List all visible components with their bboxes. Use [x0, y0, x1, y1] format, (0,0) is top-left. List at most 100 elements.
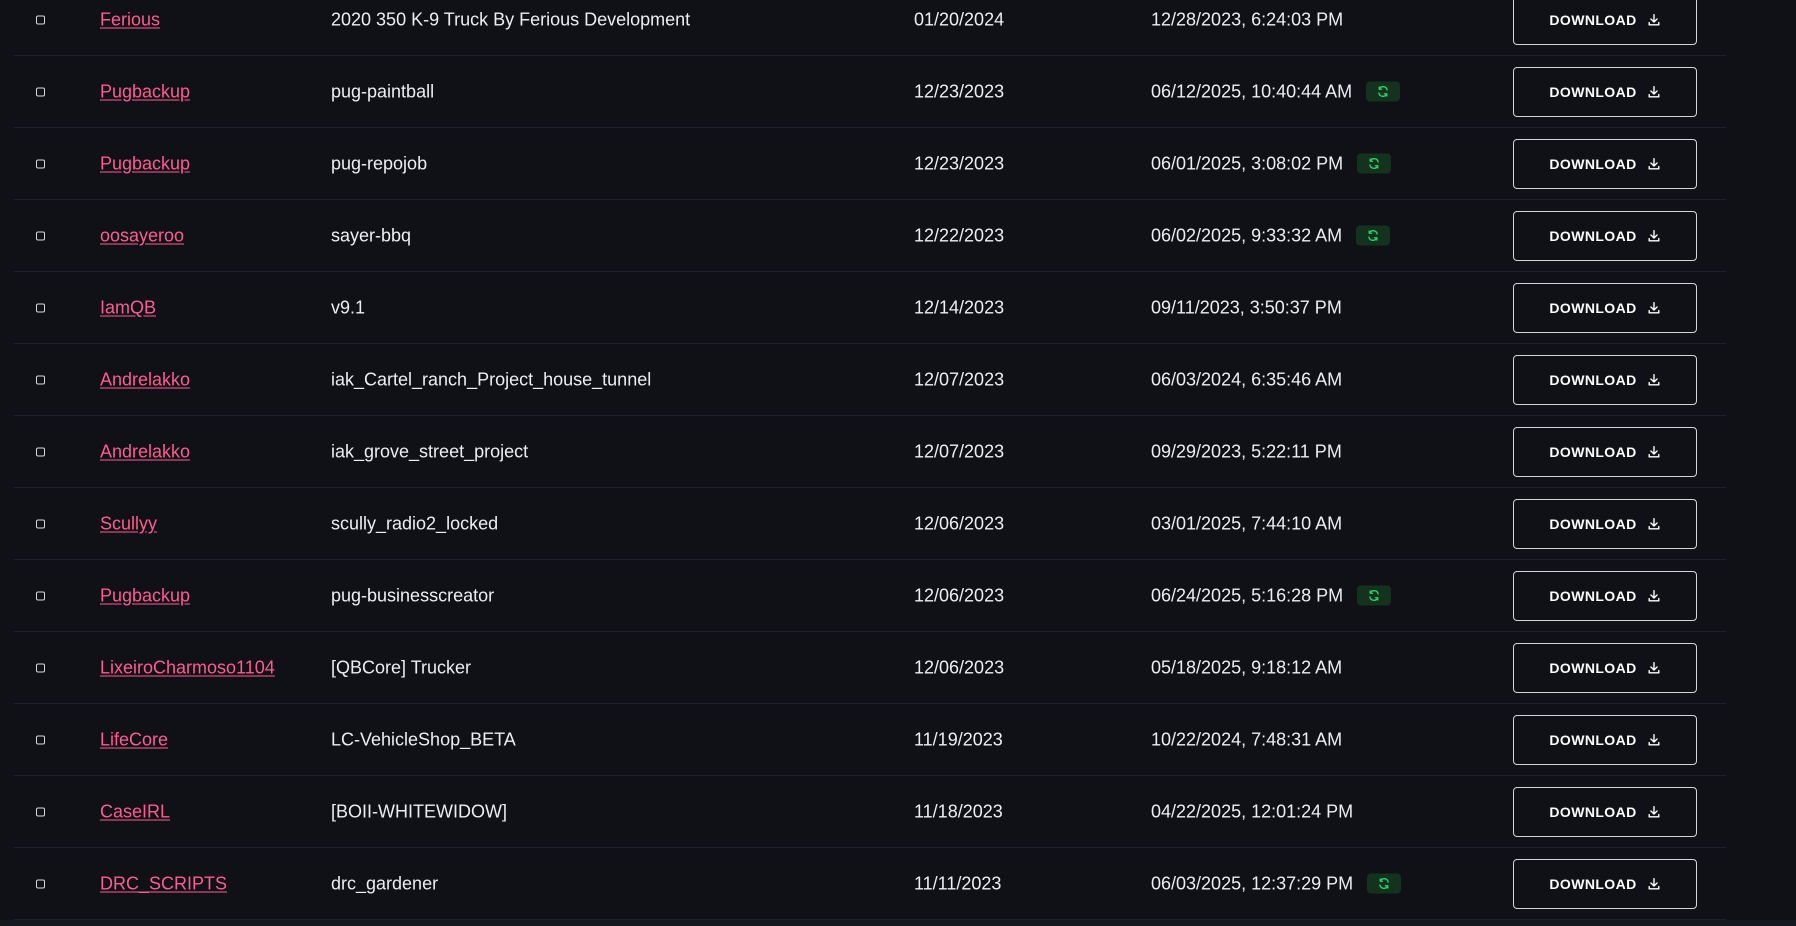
- download-label: DOWNLOAD: [1549, 443, 1637, 460]
- table-row: Andrelakko iak_Cartel_ranch_Project_house…: [14, 344, 1726, 416]
- refresh-icon: [1368, 590, 1380, 602]
- script-name: iak_grove_street_project: [331, 441, 529, 461]
- row-checkbox[interactable]: [36, 663, 45, 672]
- release-date: 12/22/2023: [914, 225, 1005, 245]
- download-label: DOWNLOAD: [1549, 875, 1637, 892]
- author-link[interactable]: Pugbackup: [100, 153, 190, 174]
- release-date: 12/23/2023: [914, 153, 1005, 173]
- row-checkbox[interactable]: [36, 15, 45, 24]
- release-date: 12/06/2023: [914, 657, 1005, 677]
- last-updated-text: 06/03/2024, 6:35:46 AM: [1151, 369, 1343, 389]
- row-checkbox[interactable]: [36, 87, 45, 96]
- row-checkbox[interactable]: [36, 159, 45, 168]
- last-updated: 12/28/2023, 6:24:03 PM: [1151, 9, 1343, 30]
- table-row: Pugbackup pug-repojob 12/23/2023 06/01/2025…: [14, 128, 1726, 200]
- script-name: pug-repojob: [331, 153, 428, 173]
- sync-badge[interactable]: [1367, 873, 1402, 894]
- release-date: 12/14/2023: [914, 297, 1005, 317]
- script-name: pug-paintball: [331, 81, 435, 101]
- download-button[interactable]: DOWNLOAD: [1513, 642, 1697, 693]
- download-button[interactable]: DOWNLOAD: [1513, 210, 1697, 261]
- script-name: [QBCore] Trucker: [331, 657, 472, 677]
- author-link[interactable]: Scullyy: [100, 513, 157, 534]
- table-row: LifeCore LC-VehicleShop_BETA 11/19/2023 10/…: [14, 704, 1726, 776]
- last-updated-text: 12/28/2023, 6:24:03 PM: [1151, 9, 1344, 29]
- last-updated: 04/22/2025, 12:01:24 PM: [1151, 801, 1353, 822]
- release-date: 11/11/2023: [914, 873, 1002, 893]
- author-link[interactable]: Andrelakko: [100, 369, 190, 390]
- sync-badge[interactable]: [1357, 153, 1392, 174]
- row-checkbox[interactable]: [36, 231, 45, 240]
- table-row: Scullyy scully_radio2_locked 12/06/2023 03/…: [14, 488, 1726, 560]
- sync-badge[interactable]: [1366, 81, 1401, 102]
- download-button[interactable]: DOWNLOAD: [1513, 66, 1697, 117]
- author-link[interactable]: LifeCore: [100, 729, 168, 750]
- last-updated: 06/24/2025, 5:16:28 PM: [1151, 585, 1392, 606]
- last-updated: 06/02/2025, 9:33:32 AM: [1151, 225, 1391, 246]
- last-updated-text: 05/18/2025, 9:18:12 AM: [1151, 657, 1343, 677]
- sync-badge[interactable]: [1357, 585, 1392, 606]
- download-icon: [1647, 13, 1661, 27]
- script-name: 2020 350 K-9 Truck By Ferious Developmen…: [331, 9, 691, 29]
- author-link[interactable]: Andrelakko: [100, 441, 190, 462]
- row-checkbox[interactable]: [36, 519, 45, 528]
- bottom-edge: [0, 920, 1796, 926]
- author-link[interactable]: Pugbackup: [100, 81, 190, 102]
- table-row: oosayeroo sayer-bbq 12/22/2023 06/02/2025, …: [14, 200, 1726, 272]
- last-updated: 03/01/2025, 7:44:10 AM: [1151, 513, 1342, 534]
- sync-badge[interactable]: [1356, 225, 1391, 246]
- download-button[interactable]: DOWNLOAD: [1513, 138, 1697, 189]
- download-button[interactable]: DOWNLOAD: [1513, 714, 1697, 765]
- last-updated-text: 06/24/2025, 5:16:28 PM: [1151, 585, 1344, 605]
- release-date: 11/18/2023: [914, 801, 1003, 821]
- author-link[interactable]: DRC_SCRIPTS: [100, 873, 227, 894]
- author-link[interactable]: CaseIRL: [100, 801, 170, 822]
- last-updated-text: 06/03/2025, 12:37:29 PM: [1151, 873, 1354, 893]
- last-updated: 09/11/2023, 3:50:37 PM: [1151, 297, 1342, 318]
- refresh-icon: [1378, 878, 1390, 890]
- script-name: drc_gardener: [331, 873, 439, 893]
- download-button[interactable]: DOWNLOAD: [1513, 0, 1697, 45]
- download-label: DOWNLOAD: [1549, 659, 1637, 676]
- row-checkbox[interactable]: [36, 879, 45, 888]
- table-row: Pugbackup pug-businesscreator 12/06/2023 06…: [14, 560, 1726, 632]
- table-row: LixeiroCharmoso1104 [QBCore] Trucker 12/06…: [14, 632, 1726, 704]
- release-date: 11/19/2023: [914, 729, 1003, 749]
- download-label: DOWNLOAD: [1549, 587, 1637, 604]
- table-row: CaseIRL [BOII-WHITEWIDOW] 11/18/2023 04/22/…: [14, 776, 1726, 848]
- author-link[interactable]: LixeiroCharmoso1104: [100, 657, 275, 678]
- row-checkbox[interactable]: [36, 807, 45, 816]
- download-button[interactable]: DOWNLOAD: [1513, 282, 1697, 333]
- download-button[interactable]: DOWNLOAD: [1513, 858, 1697, 909]
- script-name: iak_Cartel_ranch_Project_house_tunnel: [331, 369, 652, 389]
- release-date: 12/07/2023: [914, 369, 1005, 389]
- author-link[interactable]: Pugbackup: [100, 585, 190, 606]
- table-row: Andrelakko iak_grove_street_project 12/07/…: [14, 416, 1726, 488]
- row-checkbox[interactable]: [36, 591, 45, 600]
- author-link[interactable]: Ferious: [100, 9, 160, 30]
- download-label: DOWNLOAD: [1549, 371, 1637, 388]
- last-updated-text: 09/11/2023, 3:50:37 PM: [1151, 297, 1342, 317]
- download-button[interactable]: DOWNLOAD: [1513, 354, 1697, 405]
- download-icon: [1647, 733, 1661, 747]
- last-updated-text: 04/22/2025, 12:01:24 PM: [1151, 801, 1354, 821]
- download-icon: [1647, 301, 1661, 315]
- last-updated-text: 10/22/2024, 7:48:31 AM: [1151, 729, 1343, 749]
- row-checkbox[interactable]: [36, 375, 45, 384]
- download-label: DOWNLOAD: [1549, 11, 1637, 28]
- last-updated: 10/22/2024, 7:48:31 AM: [1151, 729, 1342, 750]
- download-button[interactable]: DOWNLOAD: [1513, 498, 1697, 549]
- download-icon: [1647, 373, 1661, 387]
- author-link[interactable]: IamQB: [100, 297, 156, 318]
- download-icon: [1647, 517, 1661, 531]
- download-button[interactable]: DOWNLOAD: [1513, 786, 1697, 837]
- author-link[interactable]: oosayeroo: [100, 225, 184, 246]
- download-button[interactable]: DOWNLOAD: [1513, 426, 1697, 477]
- row-checkbox[interactable]: [36, 303, 45, 312]
- release-date: 12/23/2023: [914, 81, 1005, 101]
- row-checkbox[interactable]: [36, 447, 45, 456]
- last-updated-text: 06/12/2025, 10:40:44 AM: [1151, 81, 1353, 101]
- download-button[interactable]: DOWNLOAD: [1513, 570, 1697, 621]
- last-updated-text: 06/01/2025, 3:08:02 PM: [1151, 153, 1344, 173]
- row-checkbox[interactable]: [36, 735, 45, 744]
